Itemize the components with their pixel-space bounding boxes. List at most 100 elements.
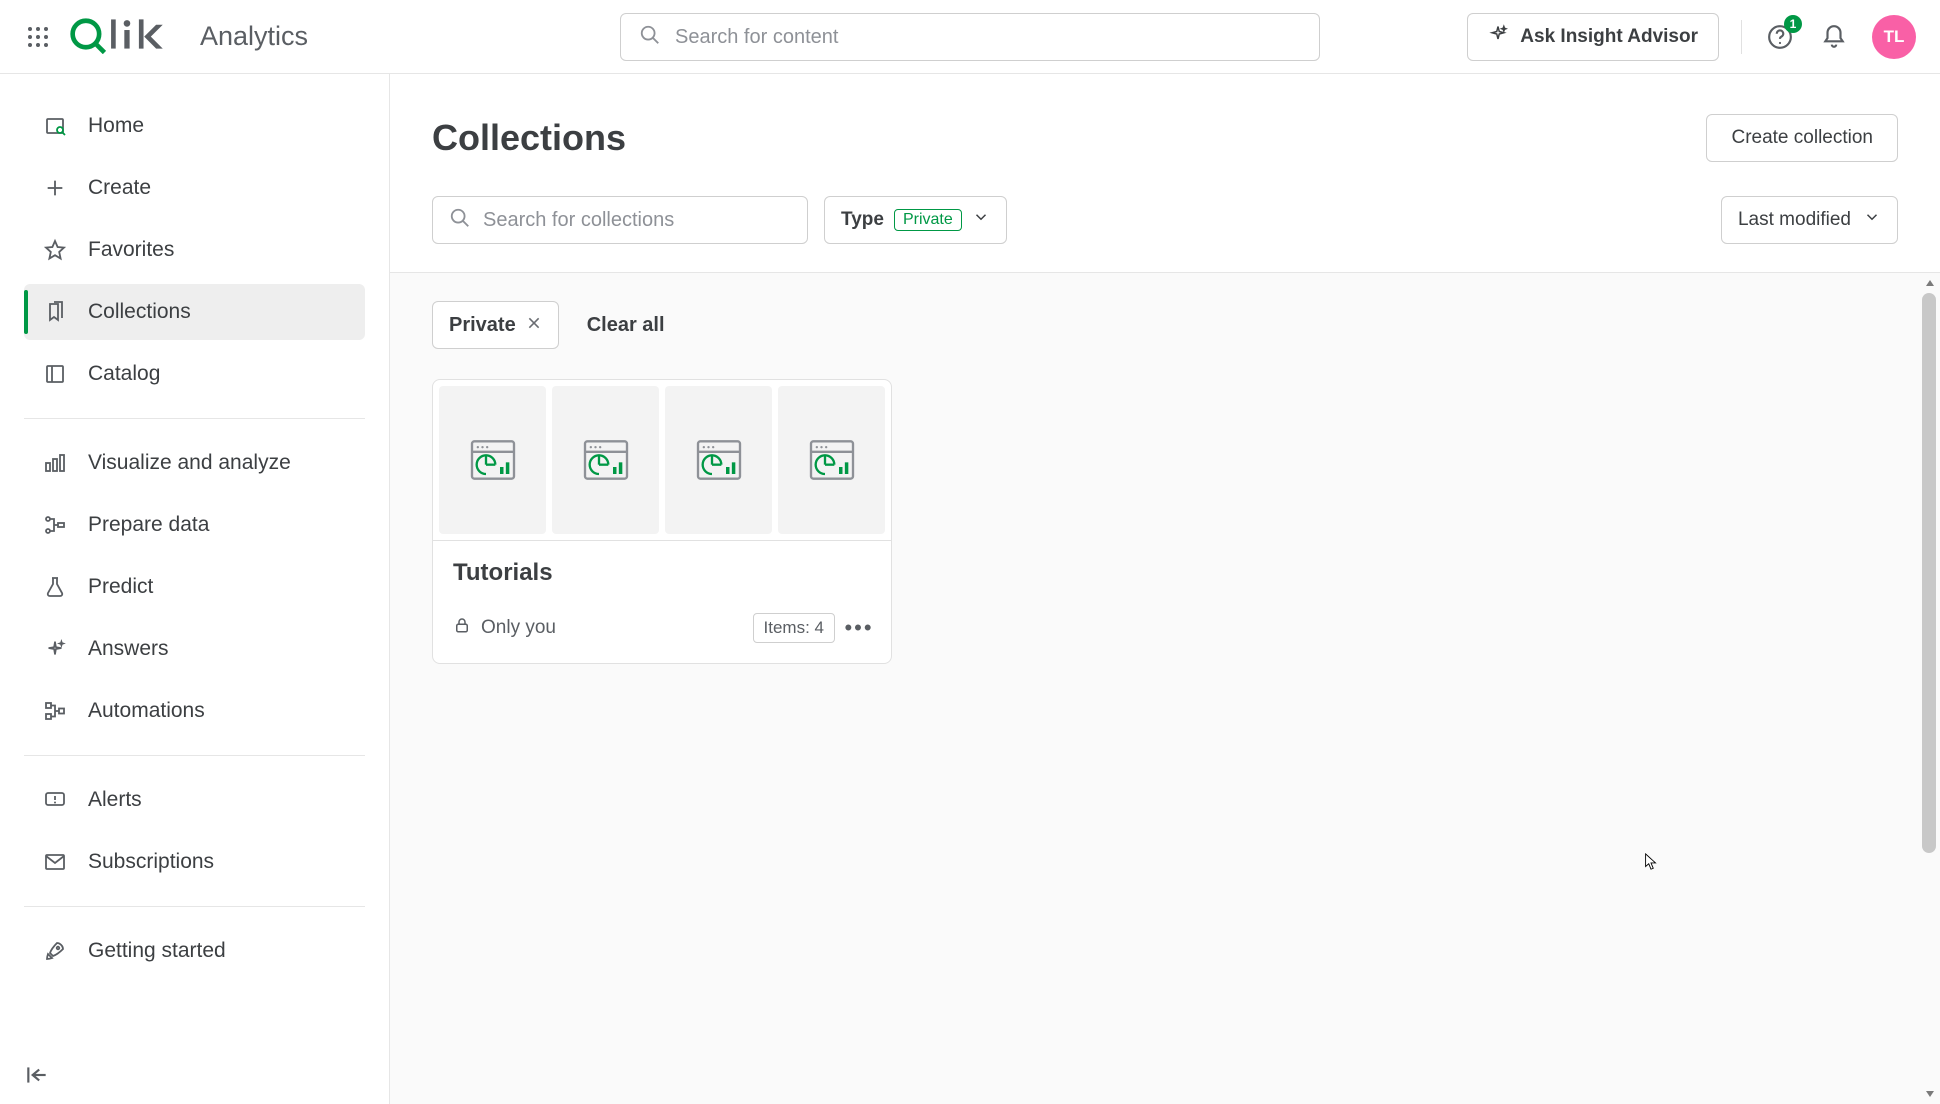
items-count: Items: 4 [753, 613, 835, 643]
title-row: Collections Create collection [432, 114, 1898, 162]
visibility: Only you [453, 616, 556, 640]
global-search-input[interactable] [675, 26, 1301, 49]
collections-search-input[interactable] [483, 209, 791, 232]
app-thumb-icon [778, 386, 885, 534]
sidebar-item-favorites[interactable]: Favorites [24, 222, 365, 278]
ask-insight-advisor-label: Ask Insight Advisor [1520, 26, 1698, 48]
search-icon [639, 24, 661, 51]
sidebar-item-label: Answers [88, 637, 169, 661]
type-dropdown[interactable]: Type Private [824, 196, 1007, 244]
collection-card[interactable]: Tutorials Only you Items: 4 ••• [432, 379, 892, 664]
create-collection-button[interactable]: Create collection [1706, 114, 1898, 162]
sidebar-item-label: Automations [88, 699, 205, 723]
sidebar-item-label: Catalog [88, 362, 160, 386]
sidebar-item-predict[interactable]: Predict [24, 559, 365, 615]
sidebar-item-answers[interactable]: Answers [24, 621, 365, 677]
collections-search[interactable] [432, 196, 808, 244]
card-preview [433, 380, 891, 541]
filter-chip-label: Private [449, 314, 516, 337]
divider [24, 418, 365, 419]
chevron-down-icon [972, 208, 990, 232]
chevron-down-icon [1863, 208, 1881, 232]
collection-title: Tutorials [453, 559, 871, 587]
app-thumb-icon [552, 386, 659, 534]
visibility-label: Only you [481, 617, 556, 639]
content-area: Private Clear all [390, 273, 1940, 1104]
logo-wrap: Analytics [70, 14, 308, 59]
flask-icon [42, 574, 68, 600]
help-badge: 1 [1784, 15, 1802, 33]
chart-icon [42, 450, 68, 476]
topbar-right: Ask Insight Advisor 1 TL [1467, 13, 1916, 61]
collapse-sidebar-icon[interactable] [24, 1062, 54, 1092]
sidebar-item-create[interactable]: Create [24, 160, 365, 216]
envelope-icon [42, 849, 68, 875]
sidebar-item-home[interactable]: Home [24, 98, 365, 154]
sidebar-item-prepare-data[interactable]: Prepare data [24, 497, 365, 553]
sparkle-icon [1488, 24, 1508, 50]
global-search[interactable] [620, 13, 1320, 61]
page-title: Collections [432, 117, 626, 159]
cursor-icon [1644, 853, 1658, 871]
search-icon [449, 207, 471, 234]
alert-icon [42, 787, 68, 813]
ask-insight-advisor-button[interactable]: Ask Insight Advisor [1467, 13, 1719, 61]
app-thumb-icon [439, 386, 546, 534]
star-icon [42, 237, 68, 263]
sidebar-item-label: Collections [88, 300, 191, 324]
sidebar-item-getting-started[interactable]: Getting started [24, 923, 365, 979]
sidebar-item-label: Subscriptions [88, 850, 214, 874]
active-filters: Private Clear all [432, 301, 1898, 349]
close-icon[interactable] [526, 314, 542, 337]
product-label: Analytics [200, 21, 308, 52]
sidebar-item-label: Prepare data [88, 513, 209, 537]
home-icon [42, 113, 68, 139]
divider [24, 906, 365, 907]
sidebar-item-automations[interactable]: Automations [24, 683, 365, 739]
filter-chip-private[interactable]: Private [432, 301, 559, 349]
sidebar-item-label: Home [88, 114, 144, 138]
more-options-icon[interactable]: ••• [847, 615, 871, 641]
type-label: Type [841, 209, 884, 231]
filters-row: Type Private Last modified [432, 196, 1898, 244]
clear-all-button[interactable]: Clear all [587, 314, 665, 337]
bookmark-collection-icon [42, 299, 68, 325]
app-thumb-icon [665, 386, 772, 534]
lock-icon [453, 616, 471, 640]
divider [24, 755, 365, 756]
avatar[interactable]: TL [1872, 15, 1916, 59]
data-flow-icon [42, 512, 68, 538]
scroll-up-icon[interactable] [1922, 275, 1938, 291]
main: Collections Create collection Type Priva… [390, 74, 1940, 1104]
avatar-initials: TL [1884, 27, 1905, 47]
sidebar-item-label: Favorites [88, 238, 174, 262]
card-footer: Only you Items: 4 ••• [453, 613, 871, 643]
divider [1741, 20, 1742, 54]
vertical-scrollbar[interactable] [1922, 273, 1938, 1104]
scroll-down-icon[interactable] [1922, 1086, 1938, 1102]
card-body: Tutorials Only you Items: 4 ••• [433, 541, 891, 663]
topbar: Analytics Ask Insight Advisor 1 TL [0, 0, 1940, 74]
qlik-logo-icon[interactable] [70, 14, 176, 59]
sidebar-item-collections[interactable]: Collections [24, 284, 365, 340]
sidebar-item-label: Create [88, 176, 151, 200]
sort-dropdown[interactable]: Last modified [1721, 196, 1898, 244]
sidebar-item-alerts[interactable]: Alerts [24, 772, 365, 828]
help-button[interactable]: 1 [1764, 21, 1796, 53]
sidebar-item-label: Alerts [88, 788, 142, 812]
sidebar-item-catalog[interactable]: Catalog [24, 346, 365, 402]
sidebar-item-subscriptions[interactable]: Subscriptions [24, 834, 365, 890]
sparkle-small-icon [42, 636, 68, 662]
body: Home Create Favorites Collections Catalo… [0, 74, 1940, 1104]
sidebar-item-label: Predict [88, 575, 153, 599]
sidebar: Home Create Favorites Collections Catalo… [0, 74, 390, 1104]
notifications-button[interactable] [1818, 21, 1850, 53]
catalog-icon [42, 361, 68, 387]
plus-icon [42, 175, 68, 201]
sidebar-item-label: Getting started [88, 939, 226, 963]
rocket-icon [42, 938, 68, 964]
automation-icon [42, 698, 68, 724]
app-launcher-icon[interactable] [24, 23, 52, 51]
scroll-thumb[interactable] [1922, 293, 1936, 853]
sidebar-item-visualize[interactable]: Visualize and analyze [24, 435, 365, 491]
